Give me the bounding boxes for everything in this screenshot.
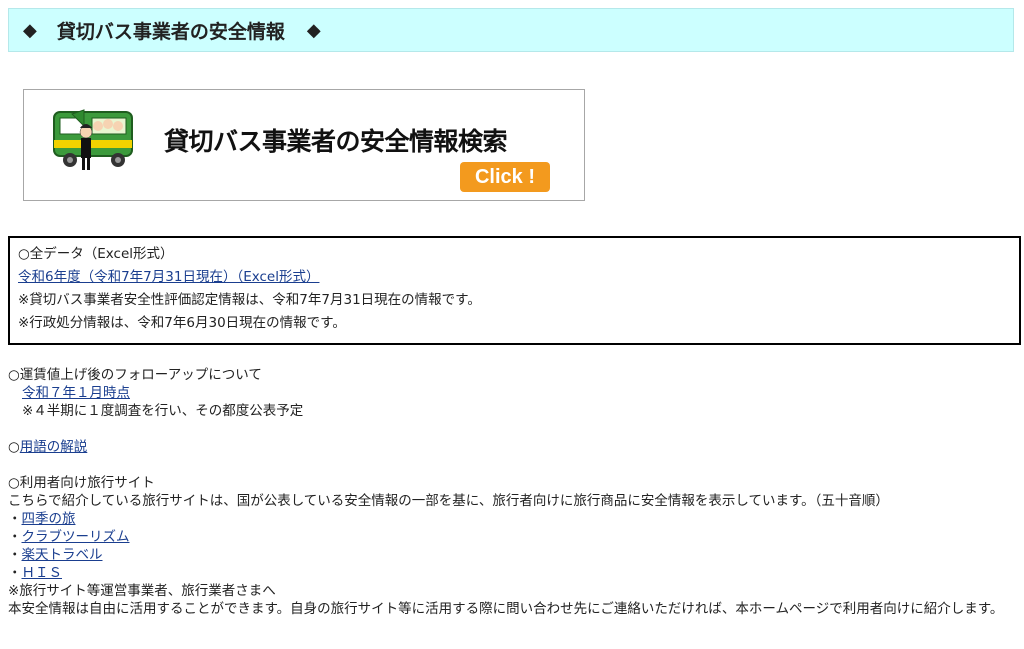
click-button[interactable]: Click !	[460, 162, 550, 192]
site-link-shikinotabi[interactable]: 四季の旅	[22, 511, 76, 527]
page-title: 貸切バス事業者の安全情報	[56, 20, 285, 43]
bullet: ・	[8, 547, 22, 563]
operator-heading: ※旅行サイト等運営事業者、旅行業者さまへ	[8, 583, 276, 599]
diamond-icon: ◆	[306, 19, 321, 41]
followup-note: ※４半期に１度調査を行い、その都度公表予定	[22, 403, 304, 419]
operator-text: 本安全情報は自由に活用することができます。自身の旅行サイト等に活用する際に問い合…	[8, 601, 1004, 617]
site-link-rakuten-travel[interactable]: 楽天トラベル	[22, 547, 103, 563]
page-header: ◆ 貸切バス事業者の安全情報 ◆	[8, 8, 1014, 52]
diamond-icon: ◆	[23, 19, 37, 41]
bus-illustration-icon	[53, 109, 133, 170]
safety-search-banner[interactable]: 貸切バス事業者の安全情報検索 Click !	[23, 89, 585, 201]
travel-heading: ○利用者向け旅行サイト	[8, 475, 155, 491]
bullet: ・	[8, 529, 22, 545]
all-data-box: ○全データ（Excel形式） 令和6年度（令和7年7月31日現在）（Excel形…	[8, 236, 1021, 345]
followup-link[interactable]: 令和７年１月時点	[22, 385, 130, 401]
bullet: ・	[8, 565, 22, 581]
site-link-club-tourism[interactable]: クラブツーリズム	[22, 529, 130, 545]
travel-description: こちらで紹介している旅行サイトは、国が公表している安全情報の一部を基に、旅行者向…	[8, 493, 889, 509]
disposition-note: ※行政処分情報は、令和7年6月30日現在の情報です。	[18, 315, 346, 331]
all-data-heading: ○全データ（Excel形式）	[18, 246, 174, 262]
travel-sites-section: ○利用者向け旅行サイト こちらで紹介している旅行サイトは、国が公表している安全情…	[8, 474, 1013, 618]
followup-heading: ○運賃値上げ後のフォローアップについて	[8, 367, 262, 383]
glossary-section: ○用語の解説	[8, 438, 87, 456]
glossary-prefix: ○	[8, 439, 20, 455]
glossary-link[interactable]: 用語の解説	[20, 439, 88, 455]
bullet: ・	[8, 511, 22, 527]
site-link-his[interactable]: ＨＩＳ	[22, 565, 63, 581]
banner-title: 貸切バス事業者の安全情報検索	[164, 127, 508, 156]
excel-download-link[interactable]: 令和6年度（令和7年7月31日現在）（Excel形式）	[18, 269, 319, 285]
followup-section: ○運賃値上げ後のフォローアップについて 令和７年１月時点 ※４半期に１度調査を行…	[8, 366, 303, 420]
evaluation-note: ※貸切バス事業者安全性評価認定情報は、令和7年7月31日現在の情報です。	[18, 292, 481, 308]
